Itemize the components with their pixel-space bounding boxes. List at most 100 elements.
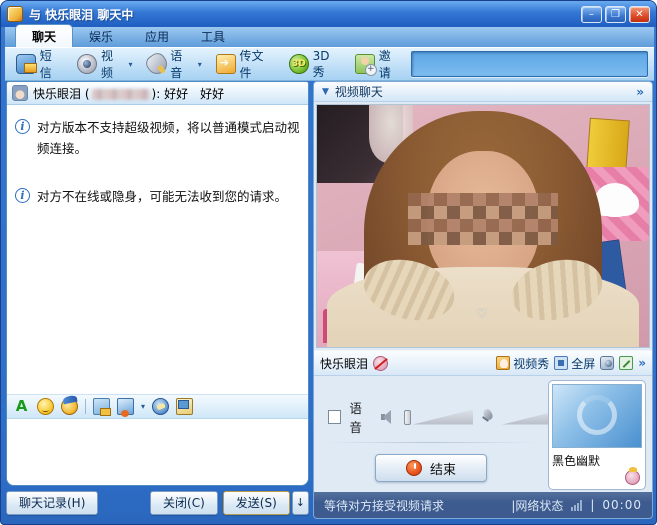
power-icon <box>406 460 422 476</box>
window-title: 与 快乐眼泪 聊天中 <box>29 6 578 23</box>
peer-id-blurred <box>92 89 150 100</box>
self-name: 黑色幽默 <box>552 452 642 469</box>
send-file-label: 传文件 <box>240 47 275 81</box>
chat-panel: 快乐眼泪 (): 好好 好好 i 对方版本不支持超级视频，将以普通模式启动视频连… <box>6 81 309 486</box>
send-file-button[interactable]: 传文件 <box>211 45 280 83</box>
speaker-volume-slider[interactable] <box>413 410 473 425</box>
doodle-icon[interactable] <box>152 398 169 415</box>
video-dropdown-icon[interactable]: ▾ <box>129 60 133 69</box>
microphone-icon <box>143 50 171 78</box>
file-transfer-icon <box>216 54 236 74</box>
video-show-button[interactable]: 视频秀 <box>496 355 549 372</box>
voice-label: 语音 <box>170 47 194 81</box>
peer-name-line: 快乐眼泪 (): 好好 好好 <box>33 85 224 102</box>
video-placeholder-swirl <box>577 395 617 435</box>
speaker-slider-thumb[interactable] <box>404 410 411 425</box>
webcam-icon <box>77 54 97 74</box>
emoticon-icon[interactable] <box>37 398 54 415</box>
font-format-icon[interactable]: A <box>13 398 30 415</box>
video-name-row: 快乐眼泪 视频秀 全屏 » <box>314 350 652 376</box>
fullscreen-label: 全屏 <box>571 355 595 372</box>
bottom-button-row: 聊天记录(H) 关闭(C) 发送(S) ↓ <box>6 490 309 516</box>
end-call-button[interactable]: 结束 <box>375 454 487 482</box>
voice-dropdown-icon[interactable]: ▾ <box>198 60 202 69</box>
more-actions-icon[interactable]: » <box>638 356 646 370</box>
chat-header: 快乐眼泪 (): 好好 好好 <box>7 82 308 105</box>
status-divider: | <box>590 498 594 512</box>
gift-icon[interactable] <box>176 398 193 415</box>
close-chat-button[interactable]: 关闭(C) <box>150 491 218 515</box>
speaker-icon <box>381 409 396 425</box>
remote-peer-name: 快乐眼泪 <box>320 355 368 372</box>
voice-button[interactable]: 语音 ▾ <box>142 45 207 83</box>
fullscreen-button[interactable]: 全屏 <box>554 355 595 372</box>
invite-button[interactable]: 邀请 <box>350 45 407 83</box>
video-label: 视频 <box>101 47 125 81</box>
toolbar-empty-field[interactable] <box>411 51 648 77</box>
audio-controls: 语音 » 结束 <box>314 376 548 496</box>
snapshot-icon[interactable] <box>600 356 614 370</box>
person-necklace: ♡ <box>476 308 490 321</box>
video-panel-title: 视频聊天 <box>335 83 383 100</box>
sms-label: 短信 <box>40 47 64 81</box>
video-button[interactable]: 视频 ▾ <box>72 45 137 83</box>
system-message: i 对方版本不支持超级视频，将以普通模式启动视频连接。 <box>15 117 300 160</box>
panel-more-icon[interactable]: » <box>636 85 644 99</box>
sms-icon <box>16 54 36 74</box>
invite-label: 邀请 <box>379 47 403 81</box>
self-video-box: 黑色幽默 <box>548 380 646 490</box>
peer-status-text: 好好 好好 <box>164 87 224 101</box>
magic-emoticon-icon[interactable] <box>61 398 78 415</box>
tab-apps[interactable]: 应用 <box>129 25 185 47</box>
message-text: 对方不在线或隐身，可能无法收到您的请求。 <box>37 186 287 207</box>
peer-avatar[interactable] <box>12 85 28 101</box>
video-bg-kitty <box>595 183 635 217</box>
network-status-label: |网络状态 <box>511 497 563 514</box>
info-icon: i <box>15 188 30 203</box>
voice-checkbox[interactable] <box>328 410 341 424</box>
message-area[interactable]: i 对方版本不支持超级视频，将以普通模式启动视频连接。 i 对方不在线或隐身，可… <box>7 105 308 394</box>
input-toolbar: A ▾ <box>7 394 308 419</box>
3d-show-label: 3D秀 <box>313 49 341 80</box>
peer-name: 快乐眼泪 <box>33 87 81 101</box>
video-show-icon <box>496 356 510 370</box>
paren-close: ): <box>152 87 161 101</box>
collapse-icon[interactable]: ▼ <box>322 87 329 97</box>
tab-entertainment[interactable]: 娱乐 <box>73 25 129 47</box>
send-image-icon[interactable] <box>93 398 110 415</box>
system-message: i 对方不在线或隐身，可能无法收到您的请求。 <box>15 186 300 207</box>
sms-button[interactable]: 短信 <box>11 45 68 83</box>
remote-video-feed[interactable]: ♡ <box>316 104 650 348</box>
video-controls: 语音 » 结束 黑色幽默 <box>314 376 652 496</box>
chat-window: 与 快乐眼泪 聊天中 – ❐ ✕ 聊天 娱乐 应用 工具 短信 视频 ▾ 语音 … <box>0 0 657 525</box>
end-call-label: 结束 <box>430 459 456 478</box>
minimize-button[interactable]: – <box>581 6 602 23</box>
main-toolbar: 短信 视频 ▾ 语音 ▾ 传文件 3D 3D秀 邀请 <box>5 48 654 81</box>
invite-icon <box>355 54 375 74</box>
signal-bars-icon <box>571 500 582 511</box>
paren-open: ( <box>85 87 90 101</box>
close-button[interactable]: ✕ <box>629 6 650 23</box>
capture-dropdown-icon[interactable]: ▾ <box>141 402 145 411</box>
app-icon <box>7 6 23 22</box>
divider <box>324 442 538 443</box>
self-video-preview[interactable] <box>552 384 642 448</box>
tab-tools[interactable]: 工具 <box>185 25 241 47</box>
mic-icon <box>481 409 494 425</box>
tab-chat[interactable]: 聊天 <box>15 24 73 47</box>
video-show-label: 视频秀 <box>513 355 549 372</box>
resize-icon[interactable] <box>619 356 633 370</box>
chat-history-button[interactable]: 聊天记录(H) <box>6 491 98 515</box>
toolbar-divider <box>85 399 86 414</box>
3d-show-button[interactable]: 3D 3D秀 <box>284 47 346 82</box>
message-input[interactable] <box>7 419 308 485</box>
send-options-button[interactable]: ↓ <box>292 491 309 515</box>
self-camera-icon[interactable] <box>625 470 640 485</box>
screen-capture-icon[interactable] <box>117 398 134 415</box>
call-timer: 00:00 <box>602 498 642 512</box>
maximize-button[interactable]: ❐ <box>605 6 626 23</box>
send-button[interactable]: 发送(S) <box>223 491 290 515</box>
camera-off-icon[interactable] <box>373 356 388 371</box>
message-text: 对方版本不支持超级视频，将以普通模式启动视频连接。 <box>37 117 300 160</box>
status-bar: 等待对方接受视频请求 |网络状态 | 00:00 <box>314 492 652 518</box>
